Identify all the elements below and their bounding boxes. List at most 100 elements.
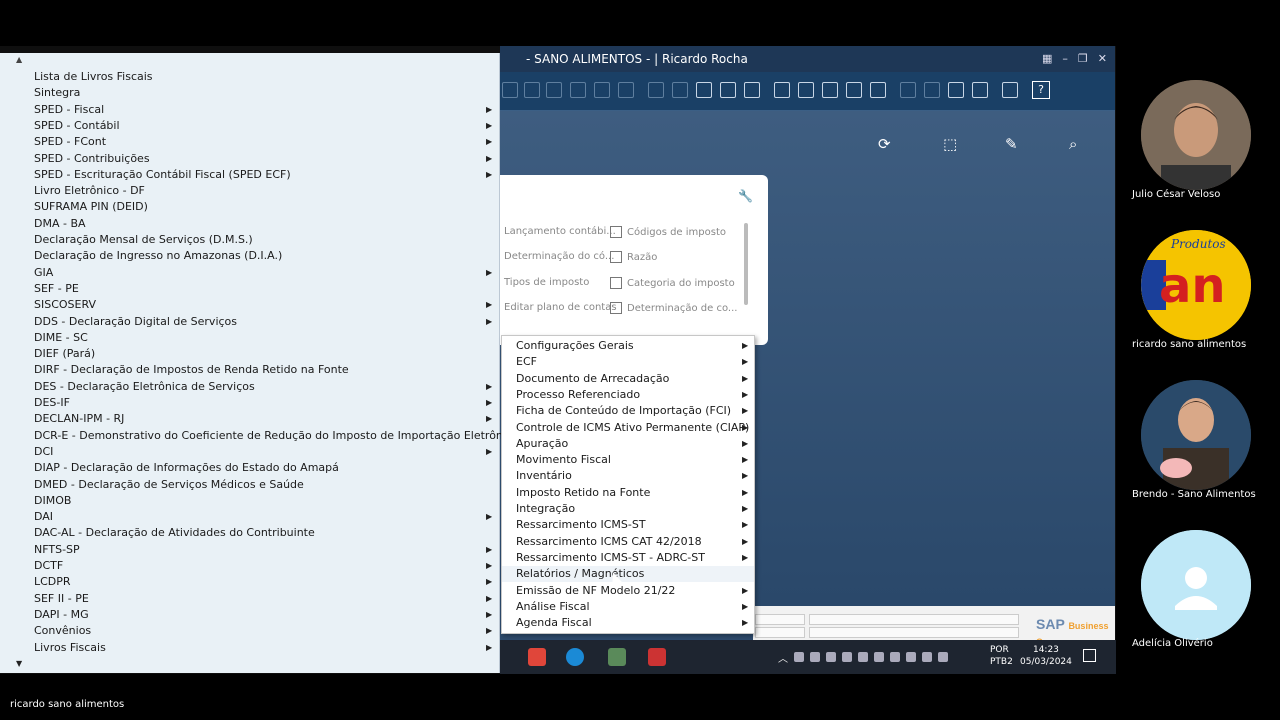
menu-item[interactable]: DMA - BA bbox=[34, 216, 86, 232]
submenu-item[interactable]: Movimento Fiscal bbox=[516, 452, 611, 468]
scroll-down-icon[interactable]: ▼ bbox=[16, 659, 22, 668]
submenu-item[interactable]: Inventário bbox=[516, 468, 572, 484]
anydesk-icon[interactable] bbox=[528, 648, 546, 666]
toolbar-split-icon[interactable] bbox=[594, 82, 610, 98]
toolbar-message-icon[interactable] bbox=[720, 82, 736, 98]
toolbar-globe-icon[interactable] bbox=[1002, 82, 1018, 98]
refresh-icon[interactable]: ⟳ bbox=[878, 135, 891, 153]
submenu-item[interactable]: Ressarcimento ICMS CAT 42/2018 bbox=[516, 534, 702, 550]
card-scrollbar[interactable] bbox=[744, 223, 748, 305]
menu-item[interactable]: DIME - SC bbox=[34, 330, 88, 346]
menu-item[interactable]: DCI bbox=[34, 444, 53, 460]
tray-app-icon[interactable] bbox=[842, 652, 852, 662]
submenu-item[interactable]: Configurações Gerais bbox=[516, 338, 634, 354]
tray-app-icon[interactable] bbox=[874, 652, 884, 662]
toolbar-search-icon[interactable] bbox=[546, 82, 562, 98]
menu-item[interactable]: DMED - Declaração de Serviços Médicos e … bbox=[34, 477, 304, 493]
cube-icon[interactable]: ⬚ bbox=[943, 135, 957, 153]
menu-item[interactable]: LCDPR bbox=[34, 574, 71, 590]
submenu-item[interactable]: Emissão de NF Modelo 21/22 bbox=[516, 583, 675, 599]
menu-item[interactable]: Lista de Livros Fiscais bbox=[34, 69, 153, 85]
toolbar-user-icon[interactable] bbox=[870, 82, 886, 98]
card-link[interactable]: Tipos de imposto bbox=[504, 277, 589, 288]
toolbar-print-icon[interactable] bbox=[672, 82, 688, 98]
submenu-item[interactable]: Controle de ICMS Ativo Permanente (CIAP) bbox=[516, 420, 749, 436]
menu-item[interactable]: SUFRAMA PIN (DEID) bbox=[34, 199, 148, 215]
toolbar-calendar-icon[interactable] bbox=[822, 82, 838, 98]
menu-item[interactable]: DIRF - Declaração de Impostos de Renda R… bbox=[34, 362, 349, 378]
submenu-item[interactable]: Ficha de Conteúdo de Importação (FCI) bbox=[516, 403, 731, 419]
toolbar-doc-icon[interactable] bbox=[502, 82, 518, 98]
card-link[interactable]: Determinação de co... bbox=[610, 302, 737, 314]
menu-item[interactable]: Livros Fiscais bbox=[34, 640, 106, 656]
restore-icon[interactable]: ❐ bbox=[1078, 46, 1088, 72]
sap-app-icon[interactable] bbox=[648, 648, 666, 666]
menu-item[interactable]: SISCOSERV bbox=[34, 297, 96, 313]
tray-app-icon[interactable] bbox=[906, 652, 916, 662]
menu-item[interactable]: GIA bbox=[34, 265, 53, 281]
tray-app-icon[interactable] bbox=[858, 652, 868, 662]
menu-item[interactable]: DECLAN-IPM - RJ bbox=[34, 411, 124, 427]
menu-item[interactable]: SEF - PE bbox=[34, 281, 79, 297]
submenu-item[interactable]: Ressarcimento ICMS-ST - ADRC-ST bbox=[516, 550, 705, 566]
toolbar-export-icon[interactable] bbox=[948, 82, 964, 98]
menu-item[interactable]: DIEF (Pará) bbox=[34, 346, 95, 362]
menu-item[interactable]: DAI bbox=[34, 509, 53, 525]
card-link[interactable]: Códigos de imposto bbox=[610, 226, 726, 238]
toolbar-pen-icon[interactable] bbox=[648, 82, 664, 98]
menu-item[interactable]: DAC-AL - Declaração de Atividades do Con… bbox=[34, 525, 315, 541]
toolbar-layout-icon[interactable] bbox=[924, 82, 940, 98]
submenu-item[interactable]: Relatórios / Magnéticos bbox=[516, 566, 644, 582]
menu-item[interactable]: Declaração Mensal de Serviços (D.M.S.) bbox=[34, 232, 253, 248]
language-indicator[interactable]: POR PTB2 bbox=[990, 644, 1013, 668]
card-link[interactable]: Editar plano de contas bbox=[504, 302, 617, 313]
menu-item[interactable]: DDS - Declaração Digital de Serviços bbox=[34, 314, 237, 330]
network-icon[interactable] bbox=[922, 652, 932, 662]
submenu-item[interactable]: Análise Fiscal bbox=[516, 599, 590, 615]
menu-item[interactable]: DIMOB bbox=[34, 493, 71, 509]
minimize-icon[interactable]: – bbox=[1062, 46, 1068, 72]
card-link[interactable]: Categoria do imposto bbox=[610, 277, 735, 289]
toolbar-clock-icon[interactable] bbox=[798, 82, 814, 98]
help-button[interactable]: ? bbox=[1032, 81, 1050, 99]
menu-item[interactable]: SPED - Contribuições bbox=[34, 151, 150, 167]
toolbar-grid-icon[interactable] bbox=[618, 82, 634, 98]
pencil-icon[interactable]: ✎ bbox=[1005, 135, 1018, 153]
menu-item[interactable]: DIAP - Declaração de Informações do Esta… bbox=[34, 460, 339, 476]
app-icon[interactable] bbox=[608, 648, 626, 666]
menu-item[interactable]: SPED - FCont bbox=[34, 134, 106, 150]
toolbar-edit-doc-icon[interactable] bbox=[696, 82, 712, 98]
submenu-item[interactable]: Agenda Fiscal bbox=[516, 615, 592, 631]
menu-item[interactable]: DES-IF bbox=[34, 395, 70, 411]
menu-item[interactable]: SPED - Fiscal bbox=[34, 102, 104, 118]
mic-icon[interactable] bbox=[794, 652, 804, 662]
menu-item[interactable]: Convênios bbox=[34, 623, 91, 639]
menu-item[interactable]: NFTS-SP bbox=[34, 542, 80, 558]
chevron-up-icon[interactable]: ︿ bbox=[778, 650, 788, 665]
wrench-icon[interactable]: 🔧 bbox=[738, 189, 753, 203]
tray-app-icon[interactable] bbox=[826, 652, 836, 662]
menu-item[interactable]: DAPI - MG bbox=[34, 607, 89, 623]
menu-item[interactable]: DCTF bbox=[34, 558, 63, 574]
toolbar-users-icon[interactable] bbox=[846, 82, 862, 98]
taskbar-clock[interactable]: 14:23 05/03/2024 bbox=[1020, 644, 1072, 668]
submenu-item[interactable]: Apuração bbox=[516, 436, 568, 452]
search-icon[interactable]: ⌕ bbox=[1069, 135, 1077, 153]
menu-item[interactable]: SEF II - PE bbox=[34, 591, 89, 607]
submenu-item[interactable]: Imposto Retido na Fonte bbox=[516, 485, 650, 501]
menu-item[interactable]: DCR-E - Demonstrativo do Coeficiente de … bbox=[34, 428, 519, 444]
edge-icon[interactable] bbox=[566, 648, 584, 666]
toolbar-list-icon[interactable] bbox=[744, 82, 760, 98]
scroll-up-icon[interactable]: ▲ bbox=[16, 55, 22, 64]
submenu-item[interactable]: Ressarcimento ICMS-ST bbox=[516, 517, 646, 533]
card-link[interactable]: Determinação do có... bbox=[504, 251, 614, 262]
speaker-icon[interactable] bbox=[938, 652, 948, 662]
toolbar-calc-icon[interactable] bbox=[774, 82, 790, 98]
menu-item[interactable]: DES - Declaração Eletrônica de Serviços bbox=[34, 379, 255, 395]
toolbar-doc2-icon[interactable] bbox=[524, 82, 540, 98]
card-link[interactable]: Lançamento contábi... bbox=[504, 226, 616, 237]
menu-item[interactable]: Sintegra bbox=[34, 85, 80, 101]
toolbar-edit-icon[interactable] bbox=[972, 82, 988, 98]
layout-icon[interactable]: ▦ bbox=[1042, 46, 1052, 72]
menu-item[interactable]: Livro Eletrônico - DF bbox=[34, 183, 145, 199]
